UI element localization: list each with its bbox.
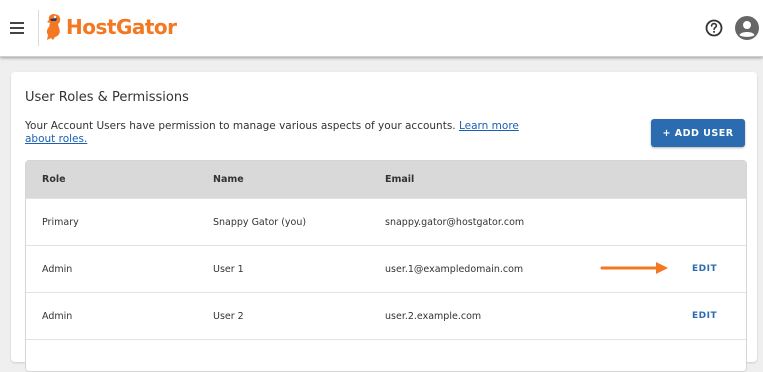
row-email: snappy.gator@hostgator.com: [385, 217, 525, 228]
row-email: user.1@exampledomain.com: [385, 264, 524, 275]
row-name: User 2: [213, 311, 244, 322]
avatar-icon[interactable]: [735, 16, 759, 40]
row-role: Primary: [42, 217, 79, 228]
add-user-button[interactable]: + ADD USER: [651, 119, 745, 147]
help-icon[interactable]: [705, 19, 723, 37]
menu-icon[interactable]: [10, 22, 24, 34]
row-name: Snappy Gator (you): [213, 217, 307, 228]
roles-description: Your Account Users have permission to ma…: [25, 120, 525, 146]
hostgator-logo[interactable]: HostGator: [44, 13, 177, 41]
description-text: Your Account Users have permission to ma…: [25, 120, 459, 132]
table-row: [26, 339, 746, 371]
row-role: Admin: [42, 311, 73, 322]
annotation-arrow-icon: [600, 262, 668, 274]
table-row: Admin User 2 user.2.example.com EDIT: [26, 292, 746, 339]
top-bar: HostGator: [0, 0, 763, 57]
page-title: User Roles & Permissions: [25, 90, 189, 105]
gator-mascot-icon: [46, 14, 61, 40]
header-divider: [38, 10, 39, 46]
row-role: Admin: [42, 264, 73, 275]
column-header-role: Role: [42, 174, 66, 185]
edit-user-button[interactable]: EDIT: [692, 311, 717, 321]
table-row: Primary Snappy Gator (you) snappy.gator@…: [26, 198, 746, 245]
logo-text: HostGator: [66, 15, 177, 39]
edit-user-button[interactable]: EDIT: [692, 264, 717, 274]
column-header-name: Name: [213, 174, 244, 185]
row-email: user.2.example.com: [385, 311, 482, 322]
user-roles-card: User Roles & Permissions Your Account Us…: [11, 72, 757, 372]
table-header: Role Name Email: [26, 161, 746, 198]
column-header-email: Email: [385, 174, 415, 185]
row-name: User 1: [213, 264, 244, 275]
